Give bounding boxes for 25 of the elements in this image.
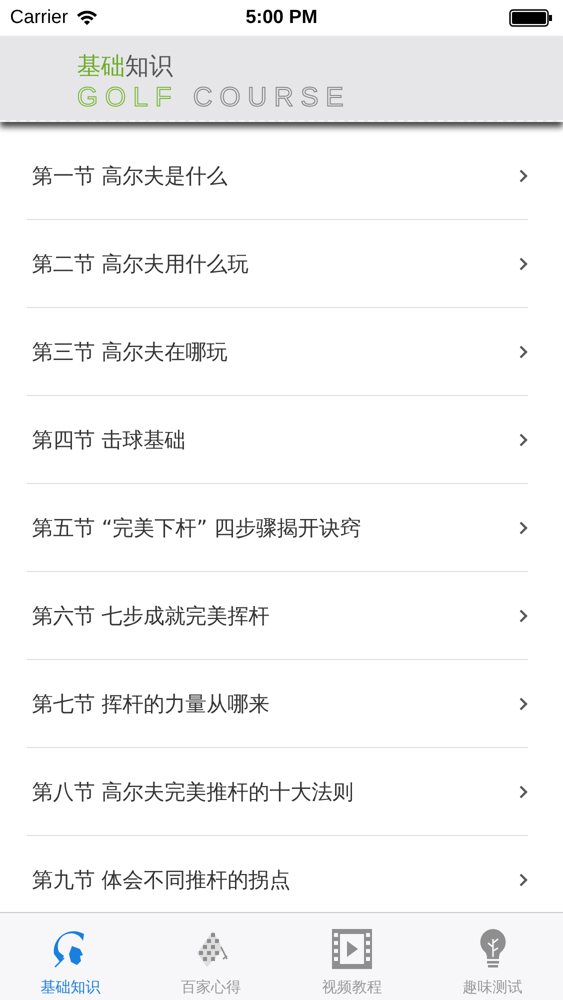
lesson-row[interactable]: 第二节 高尔夫用什么玩 xyxy=(27,220,528,308)
chevron-icon xyxy=(519,520,528,534)
lesson-row[interactable]: 第三节 高尔夫在哪玩 xyxy=(27,308,528,396)
lesson-row[interactable]: 第八节 高尔夫完美推杆的十大法则 xyxy=(27,748,528,836)
lesson-row[interactable]: 第五节 “完美下杆” 四步骤揭开诀窍 xyxy=(27,484,528,572)
carrier-name: Carrier xyxy=(10,7,68,29)
lesson-row[interactable]: 第一节 高尔夫是什么 xyxy=(27,132,528,220)
chevron-icon xyxy=(519,784,528,798)
chevron-icon xyxy=(519,432,528,446)
chevron-icon xyxy=(519,696,528,710)
lesson-row[interactable]: 第七节 挥杆的力量从哪来 xyxy=(27,660,528,748)
film-play-icon xyxy=(330,927,374,971)
chevron-icon xyxy=(519,872,528,886)
header-title: 基础知识 xyxy=(77,51,173,82)
chevron-icon xyxy=(519,168,528,182)
chevron-icon xyxy=(519,608,528,622)
header-subtitle: GOLF COURSE xyxy=(77,82,351,112)
battery-icon xyxy=(509,9,553,27)
lesson-row[interactable]: 第四节 击球基础 xyxy=(27,396,528,484)
chevron-icon xyxy=(519,344,528,358)
tab[interactable]: 基础知识 xyxy=(0,913,141,1000)
chevron-icon xyxy=(519,256,528,270)
lesson-row[interactable]: 第六节 七步成就完美挥杆 xyxy=(27,572,528,660)
clock-time: 5:00 PM xyxy=(246,7,318,29)
wifi-icon xyxy=(76,10,98,26)
